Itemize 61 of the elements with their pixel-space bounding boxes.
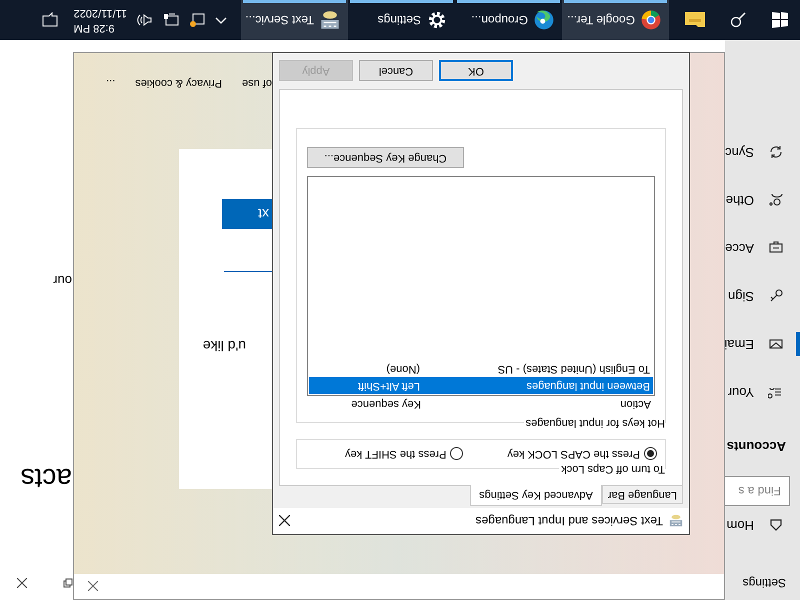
dialog-button[interactable]: Cancel xyxy=(359,60,433,81)
sidebar-item[interactable]: Sync xyxy=(725,128,800,176)
table-cell-text: Left Alt+Shift xyxy=(358,378,420,394)
notification-icon[interactable] xyxy=(42,12,58,28)
key-icon xyxy=(768,288,784,304)
search-icon[interactable] xyxy=(730,12,746,28)
clock-date: 11/11/2022 xyxy=(74,6,127,20)
restore-icon[interactable] xyxy=(63,578,73,588)
sidebar-item[interactable]: Emai xyxy=(725,320,800,368)
taskbar-app[interactable]: Text Servic... xyxy=(241,0,348,40)
chrome-logo-icon xyxy=(641,10,661,30)
gear-icon xyxy=(427,10,447,30)
radio-option[interactable]: Press the CAPS LOCK key xyxy=(507,446,657,462)
section-heading: Accounts xyxy=(726,438,787,456)
group-label: To turn off Caps Lock xyxy=(559,460,665,477)
column-header: Action xyxy=(619,397,651,412)
folder-icon[interactable] xyxy=(684,10,706,30)
speaker-icon[interactable] xyxy=(137,12,153,28)
keyboard-icon xyxy=(669,514,683,528)
edge-logo-icon xyxy=(534,10,554,30)
group-label: Hot keys for input languages xyxy=(524,414,665,431)
footer-link[interactable]: Privacy & cookies xyxy=(135,74,222,91)
sidebar-item[interactable]: Sign xyxy=(725,272,800,320)
clock[interactable]: 9:28 PM 11/11/2022 xyxy=(74,5,127,35)
dialog-title: Text Services and Input Languages xyxy=(474,513,663,530)
list-row[interactable]: Between input languages Left Alt+Shift xyxy=(309,377,653,394)
change-key-sequence-button[interactable]: Change Key Sequence... xyxy=(307,147,464,168)
option-label: Press the SHIFT key xyxy=(345,447,446,462)
footer-link[interactable]: of use xyxy=(242,74,272,91)
dialog-button[interactable]: OK xyxy=(439,60,513,81)
sidebar-item[interactable]: Acce xyxy=(725,224,800,272)
page-heading: acts xyxy=(20,464,72,492)
option-label: Press the CAPS LOCK key xyxy=(507,447,640,462)
table-cell-text: To English (United States) - US xyxy=(496,362,650,377)
sync-icon xyxy=(768,144,784,160)
sidebar-item[interactable]: Your xyxy=(725,368,800,416)
taskbar-app[interactable]: Google Ter... xyxy=(562,0,669,40)
keyboard-icon xyxy=(320,10,340,30)
tab[interactable]: Language Bar xyxy=(602,486,683,504)
table-cell-text: Between input languages xyxy=(525,378,650,394)
table-cell-text: (None) xyxy=(386,362,420,377)
sidebar-item[interactable]: Othe xyxy=(725,176,800,224)
taskbar-app[interactable]: Groupon... xyxy=(455,0,562,40)
windows-logo-icon[interactable] xyxy=(772,12,788,28)
list-row[interactable]: To English (United States) - US (None) xyxy=(309,360,653,377)
close-icon[interactable] xyxy=(279,516,290,526)
more-menu[interactable]: ... xyxy=(106,74,116,91)
clock-time: 9:28 PM xyxy=(74,21,115,35)
radio-button[interactable] xyxy=(450,448,464,460)
person-plus-icon xyxy=(768,192,784,208)
home-icon xyxy=(768,517,784,533)
body-text: our xyxy=(52,272,72,290)
window-title: Settings xyxy=(742,575,786,592)
body-text: u'd like xyxy=(202,337,246,356)
taskbar-app[interactable]: Settings xyxy=(348,0,455,40)
column-header: Key sequence xyxy=(351,397,421,412)
radio-option[interactable]: Press the SHIFT key xyxy=(345,446,464,462)
tab[interactable]: Advanced Key Settings xyxy=(470,485,602,506)
close-icon[interactable] xyxy=(17,578,27,588)
radio-button[interactable] xyxy=(644,448,657,460)
search-field[interactable]: Find a s xyxy=(725,476,790,506)
